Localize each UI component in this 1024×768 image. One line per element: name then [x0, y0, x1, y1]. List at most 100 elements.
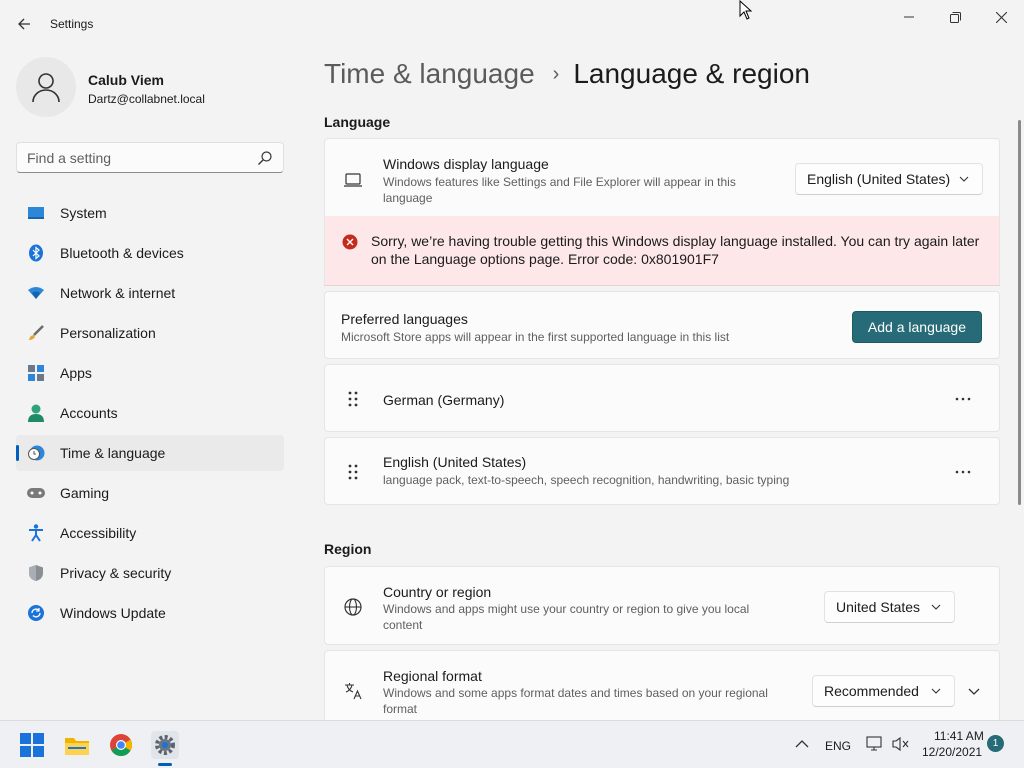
sidebar-item-label: Network & internet [60, 285, 176, 301]
error-icon [342, 234, 358, 250]
user-name: Calub Viem [88, 72, 164, 88]
sidebar-item-gaming[interactable]: Gaming [16, 475, 284, 511]
page-title: Language & region [573, 58, 810, 89]
minimize-button[interactable] [894, 8, 924, 26]
search-icon[interactable] [257, 150, 273, 166]
sidebar-item-windows-update[interactable]: Windows Update [16, 595, 284, 631]
add-language-button[interactable]: Add a language [851, 311, 982, 343]
sidebar-item-accounts[interactable]: Accounts [16, 395, 284, 431]
back-button[interactable] [12, 12, 36, 36]
chevron-down-icon [931, 604, 941, 610]
drag-handle-icon[interactable] [345, 462, 361, 482]
sidebar-item-privacy[interactable]: Privacy & security [16, 555, 284, 591]
expand-chevron-icon[interactable] [967, 684, 981, 698]
sidebar-item-apps[interactable]: Apps [16, 355, 284, 391]
sidebar-item-label: Windows Update [60, 605, 166, 621]
clock-time[interactable]: 11:41 AM [934, 729, 984, 743]
breadcrumb: Time & language › Language & region [324, 58, 810, 90]
input-language-indicator[interactable]: ENG [825, 739, 851, 753]
clock-date[interactable]: 12/20/2021 [922, 745, 982, 759]
gear-icon [155, 735, 175, 755]
region-section-title: Region [324, 541, 372, 557]
active-app-indicator [158, 763, 172, 766]
folder-icon [65, 738, 89, 755]
dropdown-value: English (United States) [807, 171, 951, 187]
volume-muted-icon[interactable] [892, 736, 910, 752]
language-name: German (Germany) [383, 392, 505, 408]
language-format-icon [345, 683, 362, 700]
taskbar: ENG 11:41 AM 12/20/2021 [0, 720, 1024, 768]
language-details: language pack, text-to-speech, speech re… [383, 473, 790, 487]
wifi-icon [26, 283, 46, 303]
mouse-cursor-icon [739, 0, 753, 20]
brush-icon [26, 323, 46, 343]
sidebar-item-label: Bluetooth & devices [60, 245, 184, 261]
drag-handle-icon[interactable] [345, 389, 361, 409]
settings-taskbar-button[interactable] [151, 731, 179, 759]
language-section-title: Language [324, 114, 391, 130]
sidebar-item-label: Time & language [60, 445, 166, 461]
sidebar-item-accessibility[interactable]: Accessibility [16, 515, 284, 551]
sidebar-item-label: Accounts [60, 405, 118, 421]
preferred-languages-title: Preferred languages [341, 311, 468, 327]
notification-badge[interactable]: 1 [987, 735, 1004, 752]
country-region-title: Country or region [383, 584, 492, 600]
maximize-button[interactable] [940, 8, 970, 26]
chevron-up-icon[interactable] [795, 739, 809, 749]
breadcrumb-separator: › [552, 62, 560, 85]
regional-format-card[interactable]: Regional format Windows and some apps fo… [324, 650, 1000, 720]
scrollbar[interactable] [1018, 120, 1021, 505]
gamepad-icon [26, 483, 46, 503]
sidebar-item-time-language[interactable]: Time & language [16, 435, 284, 471]
title-bar: Settings [0, 0, 1024, 48]
close-button[interactable] [986, 8, 1016, 26]
display-language-description: Windows features like Settings and File … [383, 175, 736, 205]
sidebar-item-label: Gaming [60, 485, 110, 501]
country-region-description: Windows and apps might use your country … [383, 602, 750, 632]
restore-icon [949, 11, 961, 23]
error-message: Sorry, we’re having trouble getting this… [371, 233, 980, 267]
dropdown-value: Recommended [824, 683, 919, 699]
dropdown-value: United States [836, 599, 921, 615]
country-region-dropdown[interactable]: United States [824, 591, 955, 623]
chrome-button[interactable] [107, 731, 135, 759]
monitor-icon [26, 203, 46, 223]
sidebar-nav: System Bluetooth & devices Network & int… [16, 195, 284, 635]
network-monitor-icon[interactable] [866, 736, 884, 752]
accessibility-icon [26, 523, 46, 543]
chrome-icon [110, 734, 132, 756]
close-icon [995, 11, 1007, 23]
sidebar-item-label: Privacy & security [60, 565, 172, 581]
more-horizontal-icon [955, 397, 971, 401]
shield-icon [26, 563, 46, 583]
display-language-title: Windows display language [383, 156, 549, 172]
search-box [16, 142, 284, 173]
regional-format-description: Windows and some apps format dates and t… [383, 686, 768, 716]
search-input[interactable] [17, 143, 247, 172]
chevron-down-icon [959, 176, 969, 182]
user-profile[interactable]: Calub Viem Dartz@collabnet.local [16, 57, 205, 117]
language-item-english[interactable]: English (United States) language pack, t… [324, 437, 1000, 505]
sidebar-item-network[interactable]: Network & internet [16, 275, 284, 311]
more-horizontal-icon [955, 470, 971, 474]
language-item-german[interactable]: German (Germany) [324, 364, 1000, 432]
file-explorer-button[interactable] [63, 731, 91, 759]
laptop-icon [344, 173, 362, 187]
display-language-card: Windows display language Windows feature… [324, 138, 1000, 217]
sidebar-item-system[interactable]: System [16, 195, 284, 231]
more-options-button[interactable] [951, 387, 975, 411]
more-options-button[interactable] [951, 460, 975, 484]
breadcrumb-parent[interactable]: Time & language [324, 58, 535, 90]
windows-logo-icon [20, 733, 44, 757]
sidebar-item-bluetooth[interactable]: Bluetooth & devices [16, 235, 284, 271]
start-button[interactable] [18, 731, 46, 759]
country-region-card: Country or region Windows and apps might… [324, 566, 1000, 645]
avatar [16, 57, 76, 117]
sidebar-item-label: System [60, 205, 107, 221]
preferred-languages-card: Preferred languages Microsoft Store apps… [324, 291, 1000, 359]
regional-format-dropdown[interactable]: Recommended [812, 675, 955, 707]
clock-globe-icon [26, 443, 46, 463]
sidebar-item-personalization[interactable]: Personalization [16, 315, 284, 351]
display-language-dropdown[interactable]: English (United States) [795, 163, 983, 195]
app-title: Settings [50, 17, 94, 31]
